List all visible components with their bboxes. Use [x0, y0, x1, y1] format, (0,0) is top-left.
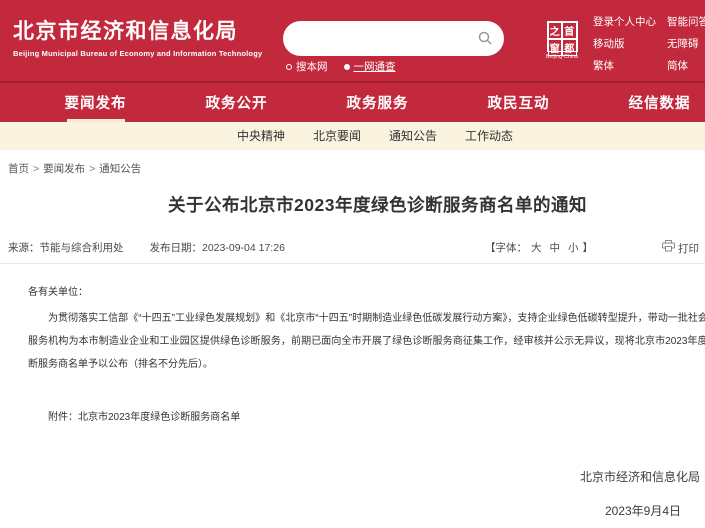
link-login-personal-center[interactable]: 登录个人中心: [593, 14, 659, 29]
logo-caption: Beijing-China: [545, 54, 579, 60]
site-header: 北京市经济和信息化局 Beijing Municipal Bureau of E…: [0, 0, 705, 81]
search-button[interactable]: [476, 30, 494, 48]
breadcrumb-home[interactable]: 首页: [8, 163, 29, 175]
font-size-medium-button[interactable]: 中: [550, 242, 561, 254]
subnav-item-work-updates[interactable]: 工作动态: [465, 127, 513, 144]
search-scope-label: 搜本网: [296, 59, 328, 74]
source-label: 来源：: [8, 242, 40, 254]
link-simplified-chinese[interactable]: 简体: [667, 58, 705, 73]
breadcrumb-separator: >: [33, 163, 39, 175]
publish-date-label: 发布日期：: [150, 242, 203, 254]
link-accessibility[interactable]: 无障碍: [667, 36, 705, 51]
radio-hollow-icon: [286, 64, 292, 70]
nav-item-economy-data[interactable]: 经信数据: [589, 83, 705, 122]
breadcrumb: 首页 > 要闻发布 > 通知公告: [0, 150, 705, 176]
article-salutation: 各有关单位：: [28, 281, 705, 304]
breadcrumb-notices[interactable]: 通知公告: [99, 163, 141, 175]
attachment-label: 附件：: [48, 412, 78, 423]
article: 关于公布北京市2023年度绿色诊断服务商名单的通知 来源：节能与综合利用处 发布日…: [0, 192, 705, 523]
link-mobile-version[interactable]: 移动版: [593, 36, 659, 51]
sub-nav: 中央精神 北京要闻 通知公告 工作动态: [0, 122, 705, 150]
search-box: [283, 21, 504, 56]
link-smart-qa[interactable]: 智能问答: [667, 14, 705, 29]
main-nav: 要闻发布 政务公开 政务服务 政民互动 经信数据: [0, 81, 705, 122]
printer-icon: [662, 240, 675, 257]
font-size-small-button[interactable]: 小: [568, 242, 579, 254]
search-scope-site[interactable]: 搜本网: [286, 59, 328, 74]
logo-char: 首: [562, 22, 577, 39]
radio-filled-icon: [344, 64, 350, 70]
breadcrumb-news-release[interactable]: 要闻发布: [43, 163, 85, 175]
nav-item-gov-disclosure[interactable]: 政务公开: [166, 83, 307, 122]
source-value: 节能与综合利用处: [40, 242, 124, 254]
link-traditional-chinese[interactable]: 繁体: [593, 58, 659, 73]
font-size-large-button[interactable]: 大: [531, 242, 542, 254]
article-meta-left: 来源：节能与综合利用处 发布日期：2023-09-04 17:26: [8, 240, 285, 256]
font-size-suffix: 】: [583, 242, 594, 254]
subnav-item-beijing-news[interactable]: 北京要闻: [313, 127, 361, 144]
article-signature: 北京市经济和信息化局: [0, 466, 700, 489]
meta-divider: [0, 263, 705, 264]
subnav-item-notices[interactable]: 通知公告: [389, 127, 437, 144]
article-meta: 来源：节能与综合利用处 发布日期：2023-09-04 17:26 【字体： 大中小…: [0, 240, 705, 256]
site-title: 北京市经济和信息化局: [13, 19, 262, 45]
attachment-line: 附件：北京市2023年度绿色诊断服务商名单: [28, 406, 705, 429]
font-size-control: 【字体： 大中小】: [485, 240, 593, 256]
nav-item-news-release[interactable]: 要闻发布: [25, 83, 166, 122]
font-size-prefix: 【字体：: [485, 242, 527, 254]
header-quick-links: 登录个人中心 智能问答 移动版 无障碍 繁体 简体: [593, 14, 705, 73]
subnav-item-central-spirit[interactable]: 中央精神: [237, 127, 285, 144]
print-label: 打印: [678, 241, 699, 257]
attachment-link[interactable]: 北京市2023年度绿色诊断服务商名单: [78, 412, 240, 423]
capital-window-seal-icon: 之 首 窗 都: [547, 21, 578, 52]
article-paragraph: 为贯彻落实工信部《“十四五”工业绿色发展规划》和《北京市“十四五”时期制造业绿色…: [28, 307, 705, 376]
search-scope-options: 搜本网 一网通查: [286, 59, 396, 74]
article-title: 关于公布北京市2023年度绿色诊断服务商名单的通知: [0, 192, 705, 218]
nav-item-gov-services[interactable]: 政务服务: [307, 83, 448, 122]
nav-item-public-interaction[interactable]: 政民互动: [448, 83, 589, 122]
search-input[interactable]: [299, 22, 464, 54]
article-sign-date: 2023年9月4日: [0, 500, 681, 523]
capital-window-logo[interactable]: 之 首 窗 都 Beijing-China: [545, 21, 579, 60]
site-branding: 北京市经济和信息化局 Beijing Municipal Bureau of E…: [13, 19, 262, 58]
search-scope-onenet[interactable]: 一网通查: [344, 59, 396, 74]
main-nav-inner: 要闻发布 政务公开 政务服务 政民互动 经信数据: [0, 83, 705, 122]
print-button[interactable]: 打印: [662, 240, 699, 257]
logo-char: 之: [548, 22, 563, 39]
page: 北京市经济和信息化局 Beijing Municipal Bureau of E…: [0, 0, 705, 528]
publish-date-value: 2023-09-04 17:26: [202, 242, 285, 254]
site-subtitle: Beijing Municipal Bureau of Economy and …: [13, 49, 262, 58]
breadcrumb-separator: >: [89, 163, 95, 175]
search-icon: [477, 34, 493, 49]
search-scope-label: 一网通查: [354, 59, 396, 74]
